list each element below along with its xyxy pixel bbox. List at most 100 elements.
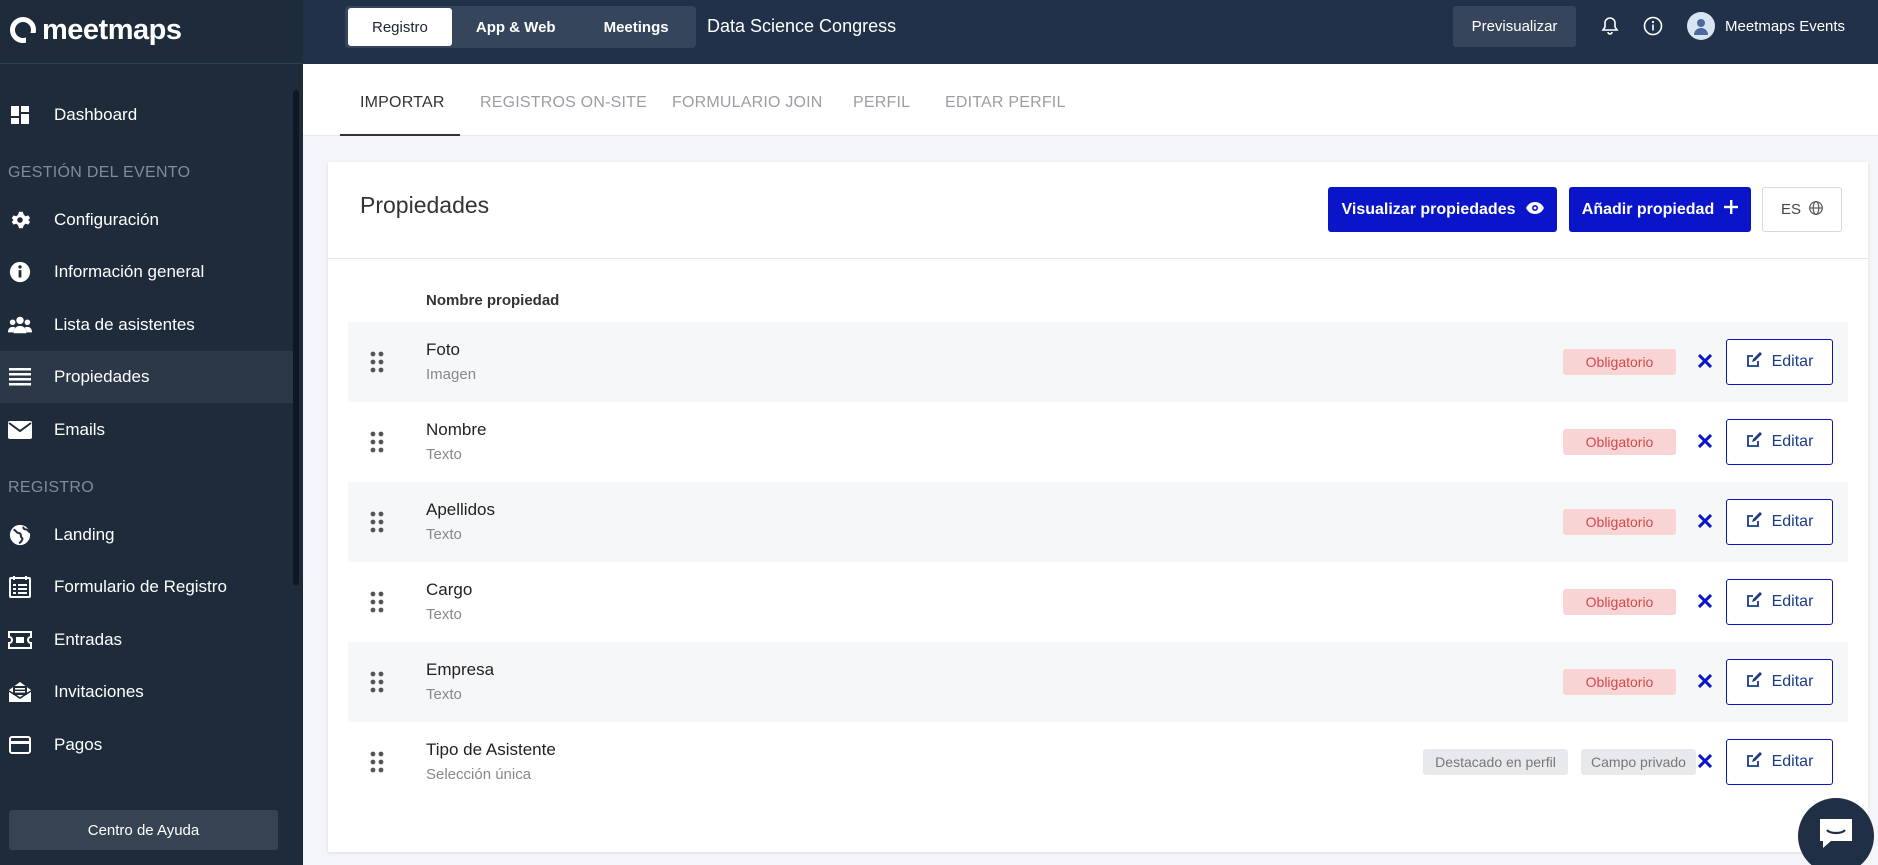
drag-handle-icon[interactable] (370, 430, 384, 454)
required-badge: Obligatorio (1563, 429, 1676, 455)
delete-icon[interactable] (1694, 430, 1716, 452)
required-badge: Obligatorio (1563, 349, 1676, 375)
ticket-icon (8, 628, 32, 652)
property-name: Tipo de Asistente (426, 740, 556, 759)
eye-icon (1525, 201, 1544, 219)
add-property-button[interactable]: Añadir propiedad (1569, 187, 1751, 232)
edit-icon (1746, 751, 1762, 773)
sidebar-item-label: Información general (54, 262, 205, 281)
sidebar-item-entradas[interactable]: Entradas (0, 614, 293, 666)
sidebar-item-landing[interactable]: Landing (0, 509, 293, 561)
sidebar-item-label: Propiedades (54, 367, 150, 386)
table-row: Cargo Texto Obligatorio Editar (348, 562, 1848, 642)
meetmaps-logo[interactable]: meetmaps (10, 12, 182, 48)
sidebar-item-label: Dashboard (54, 105, 138, 124)
tab-bar: IMPORTAR REGISTROS ON-SITE FORMULARIO JO… (303, 64, 1878, 136)
tab-importar[interactable]: IMPORTAR (360, 94, 445, 112)
delete-icon[interactable] (1694, 670, 1716, 692)
credit-card-icon (8, 733, 32, 757)
info-icon[interactable] (1641, 14, 1665, 38)
edit-icon (1746, 351, 1762, 373)
properties-card: Propiedades Visualizar propiedades Añadi… (328, 162, 1868, 852)
sidebar-item-emails[interactable]: Emails (0, 404, 293, 456)
edit-label: Editar (1771, 513, 1814, 530)
delete-icon[interactable] (1694, 350, 1716, 372)
avatar (1687, 12, 1715, 40)
table-row: Apellidos Texto Obligatorio Editar (348, 482, 1848, 562)
property-type: Texto (426, 526, 462, 543)
property-name: Apellidos (426, 500, 495, 519)
drag-handle-icon[interactable] (370, 590, 384, 614)
edit-button[interactable]: Editar (1726, 579, 1833, 625)
delete-icon[interactable] (1694, 750, 1716, 772)
sidebar-item-label: Landing (54, 525, 115, 544)
segment-meetings[interactable]: Meetings (580, 8, 693, 46)
required-badge: Obligatorio (1563, 669, 1676, 695)
tab-editar-perfil[interactable]: EDITAR PERFIL (945, 94, 1066, 112)
sidebar-divider (0, 63, 303, 64)
property-name: Foto (426, 340, 461, 359)
sidebar-item-lista-asistentes[interactable]: Lista de asistentes (0, 299, 293, 351)
globe-icon (1809, 200, 1823, 219)
language-label: ES (1780, 201, 1801, 218)
table-row: Tipo de Asistente Selección única Destac… (348, 722, 1848, 802)
drag-handle-icon[interactable] (370, 350, 384, 374)
required-badge: Obligatorio (1563, 509, 1676, 535)
edit-icon (1746, 671, 1762, 693)
table-row: Foto Imagen Obligatorio Editar (348, 322, 1848, 402)
sidebar-item-configuracion[interactable]: Configuración (0, 194, 293, 246)
edit-button[interactable]: Editar (1726, 739, 1833, 785)
delete-icon[interactable] (1694, 510, 1716, 532)
envelope-icon (8, 418, 32, 442)
bell-icon[interactable] (1598, 14, 1622, 38)
property-type: Texto (426, 446, 462, 463)
edit-label: Editar (1771, 593, 1814, 610)
featured-badge: Destacado en perfil (1423, 749, 1568, 775)
edit-button[interactable]: Editar (1726, 499, 1833, 545)
language-selector[interactable]: ES (1762, 187, 1842, 232)
property-type: Selección única (426, 766, 532, 783)
tab-perfil[interactable]: PERFIL (853, 94, 910, 112)
segment-app-web[interactable]: App & Web (452, 8, 580, 46)
delete-icon[interactable] (1694, 590, 1716, 612)
segment-registro[interactable]: Registro (348, 8, 452, 46)
sidebar-item-pagos[interactable]: Pagos (0, 719, 293, 771)
view-properties-button[interactable]: Visualizar propiedades (1328, 187, 1557, 232)
sidebar-item-dashboard[interactable]: Dashboard (0, 89, 293, 141)
logo-text: meetmaps (42, 13, 182, 46)
card-divider (328, 258, 1868, 259)
help-center-button[interactable]: Centro de Ayuda (9, 810, 278, 850)
tab-registros-on-site[interactable]: REGISTROS ON-SITE (480, 94, 647, 112)
plus-icon (1724, 200, 1739, 219)
property-name: Empresa (426, 660, 495, 679)
sidebar-item-label: Invitaciones (54, 682, 144, 701)
sidebar-item-propiedades[interactable]: Propiedades (0, 351, 293, 403)
sidebar-item-informacion-general[interactable]: Información general (0, 246, 293, 298)
tab-formulario-join[interactable]: FORMULARIO JOIN (672, 94, 823, 112)
drag-handle-icon[interactable] (370, 510, 384, 534)
preview-button[interactable]: Previsualizar (1453, 6, 1576, 47)
drag-handle-icon[interactable] (370, 750, 384, 774)
drag-handle-icon[interactable] (370, 670, 384, 694)
section-title-registro: REGISTRO (8, 479, 94, 496)
table-row: Nombre Texto Obligatorio Editar (348, 402, 1848, 482)
table-row: Empresa Texto Obligatorio Editar (348, 642, 1848, 722)
user-name: Meetmaps Events (1725, 17, 1846, 35)
property-name: Nombre (426, 420, 487, 439)
sidebar-item-invitaciones[interactable]: Invitaciones (0, 666, 293, 718)
property-type: Imagen (426, 366, 477, 383)
edit-button[interactable]: Editar (1726, 659, 1833, 705)
edit-button[interactable]: Editar (1726, 419, 1833, 465)
chat-support-button[interactable] (1798, 798, 1874, 865)
sidebar-item-formulario-registro[interactable]: Formulario de Registro (0, 561, 293, 613)
edit-label: Editar (1771, 433, 1814, 450)
sidebar-item-label: Emails (54, 420, 106, 439)
envelope-open-icon (8, 680, 32, 704)
active-tab-indicator (340, 134, 460, 136)
edit-button[interactable]: Editar (1726, 339, 1833, 385)
edit-label: Editar (1771, 673, 1814, 690)
sidebar-item-label: Entradas (54, 630, 123, 649)
sidebar-scrollbar[interactable] (293, 90, 299, 585)
edit-icon (1746, 431, 1762, 453)
user-menu[interactable]: Meetmaps Events (1687, 12, 1845, 40)
